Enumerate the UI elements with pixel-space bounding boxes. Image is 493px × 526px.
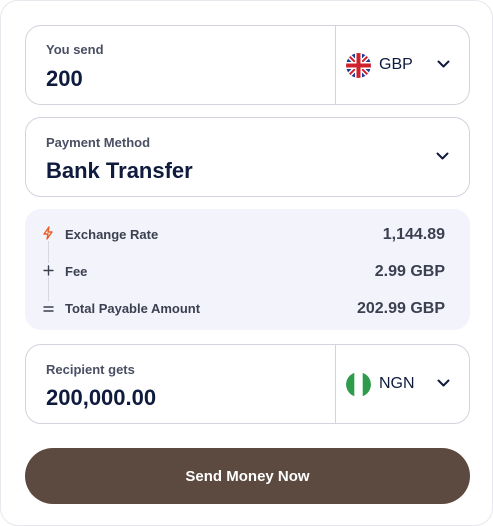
transfer-summary: Exchange Rate 1,144.89 Fee 2.99 GBP Tota… — [25, 209, 470, 330]
lightning-icon — [41, 226, 55, 240]
receive-label: Recipient gets — [46, 362, 135, 377]
send-currency-code: GBP — [379, 56, 413, 73]
payment-method-value: Bank Transfer — [46, 158, 193, 183]
equals-icon — [41, 301, 55, 315]
uk-flag-icon — [346, 52, 371, 78]
payment-method-select[interactable]: Payment Method Bank Transfer — [25, 117, 470, 197]
exchange-rate-value: 1,144.89 — [382, 226, 445, 243]
money-transfer-card: You send 200 GBP Payment Method Bank Tra… — [0, 0, 493, 526]
receive-currency-code: NGN — [379, 375, 415, 392]
chevron-down-icon — [437, 60, 450, 68]
send-amount-input[interactable]: 200 — [46, 66, 83, 92]
fee-label: Fee — [65, 264, 88, 279]
send-money-button[interactable]: Send Money Now — [25, 448, 470, 504]
receive-amount-field[interactable]: Recipient gets 200,000.00 NGN — [25, 344, 470, 424]
fee-value: 2.99 GBP — [374, 263, 445, 280]
exchange-rate-label: Exchange Rate — [65, 227, 159, 242]
send-amount-field[interactable]: You send 200 GBP — [25, 25, 470, 105]
total-payable-label: Total Payable Amount — [65, 301, 201, 316]
receive-currency-select[interactable]: NGN — [336, 345, 470, 423]
nigeria-flag-icon — [346, 371, 371, 397]
send-label: You send — [46, 42, 104, 57]
send-currency-select[interactable]: GBP — [336, 26, 470, 104]
chevron-down-icon — [436, 152, 449, 160]
payment-method-label: Payment Method — [46, 135, 151, 150]
receive-amount-input[interactable]: 200,000.00 — [46, 385, 156, 411]
chevron-down-icon — [437, 379, 450, 387]
total-payable-value: 202.99 GBP — [356, 300, 445, 317]
plus-icon — [41, 263, 55, 277]
